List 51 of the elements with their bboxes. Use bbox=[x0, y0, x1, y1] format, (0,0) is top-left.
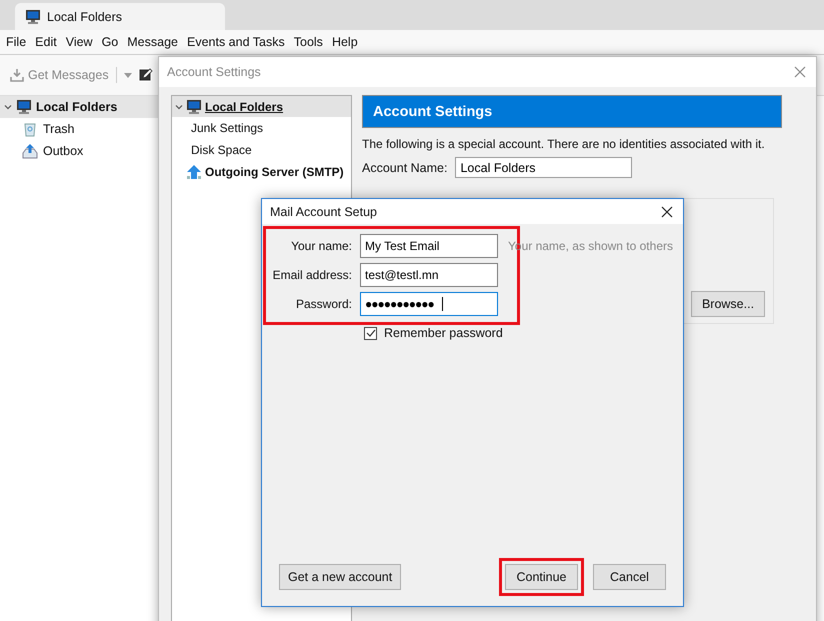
dialog-title: Account Settings bbox=[167, 65, 261, 79]
menu-item[interactable]: Tools bbox=[294, 35, 323, 49]
menu-item[interactable]: Go bbox=[102, 35, 118, 49]
folder-row[interactable]: Trash bbox=[0, 118, 158, 140]
outbox-icon bbox=[22, 143, 38, 159]
field-label: Email address: bbox=[272, 268, 352, 282]
dropdown-caret-icon[interactable] bbox=[124, 72, 132, 78]
tree-item[interactable]: Junk Settings bbox=[172, 117, 351, 139]
upload-arrow-icon bbox=[186, 164, 202, 180]
menu-item[interactable]: File bbox=[6, 35, 26, 49]
checkbox[interactable] bbox=[364, 326, 377, 340]
field-label: Your name: bbox=[290, 239, 352, 253]
browse-button[interactable]: Browse... bbox=[691, 291, 765, 317]
trash-icon bbox=[22, 121, 38, 137]
field-label: Account Name: bbox=[362, 160, 448, 174]
menu-item[interactable]: Message bbox=[127, 35, 178, 49]
account-name-field[interactable]: Local Folders bbox=[455, 157, 632, 178]
tree-item[interactable]: Local Folders bbox=[172, 96, 351, 117]
tree-item[interactable]: Disk Space bbox=[172, 139, 351, 161]
dialog-button[interactable]: Cancel bbox=[593, 564, 666, 590]
computer-icon bbox=[16, 99, 32, 115]
input-field[interactable]: ●●●●●●●●●●● bbox=[360, 292, 498, 316]
menu-item[interactable]: Help bbox=[332, 35, 358, 49]
dialog-button[interactable]: Get a new account bbox=[279, 564, 402, 590]
tree-item[interactable]: Outgoing Server (SMTP) bbox=[172, 161, 351, 182]
menu-item[interactable]: Events and Tasks bbox=[187, 35, 285, 49]
dialog-button[interactable]: Continue bbox=[505, 564, 578, 590]
checkbox-label[interactable]: Remember password bbox=[384, 326, 503, 340]
computer-icon bbox=[25, 8, 41, 24]
tree-label: Outgoing Server (SMTP) bbox=[205, 164, 344, 178]
folder-row[interactable]: Local Folders bbox=[0, 96, 158, 118]
expanded-chevron-icon[interactable] bbox=[4, 103, 12, 111]
app-tab[interactable]: Local Folders bbox=[15, 3, 225, 30]
download-icon bbox=[10, 68, 24, 82]
tree-label: Local Folders bbox=[205, 100, 284, 114]
input-field[interactable]: My Test Email bbox=[360, 234, 498, 258]
pencil-icon[interactable] bbox=[138, 68, 153, 82]
input-field[interactable]: test@testl.mn bbox=[360, 263, 498, 287]
computer-icon bbox=[186, 98, 202, 114]
folder-row[interactable]: Outbox bbox=[0, 140, 158, 162]
folder-name: Local Folders bbox=[36, 100, 118, 114]
dialog-title: Mail Account Setup bbox=[270, 204, 378, 218]
folder-name: Outbox bbox=[43, 144, 84, 158]
account-description: The following is a special account. There are no identities associated with it. bbox=[362, 137, 765, 151]
expanded-chevron-icon[interactable] bbox=[175, 102, 183, 110]
menu-item[interactable]: View bbox=[66, 35, 93, 49]
menu-item[interactable]: Edit bbox=[35, 35, 57, 49]
field-label: Password: bbox=[294, 297, 352, 311]
section-header: Account Settings bbox=[362, 95, 782, 128]
close-icon[interactable] bbox=[661, 206, 673, 218]
folder-name: Trash bbox=[43, 122, 74, 136]
